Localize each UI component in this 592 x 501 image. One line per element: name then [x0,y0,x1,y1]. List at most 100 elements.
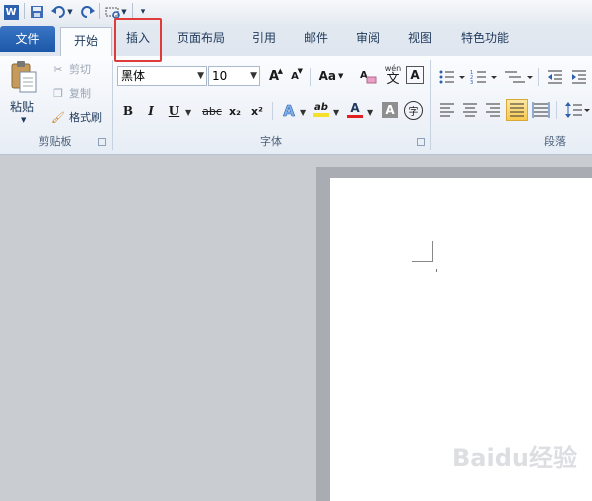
decrease-indent-button[interactable] [546,68,564,86]
text-highlight-button[interactable]: ab [311,99,331,119]
font-name-select[interactable]: 黑体 ▼ [117,66,207,86]
clipboard-group-label: 剪贴板 [38,135,72,148]
word-logo: W [3,4,19,20]
justify-button[interactable] [506,99,528,121]
change-case-label: Aa [318,69,336,83]
align-center-button[interactable] [461,101,479,119]
tab-references[interactable]: 引用 [244,24,284,55]
underline-icon: U [168,104,180,118]
subscript-button[interactable]: x₂ [225,101,245,121]
qat-separator [99,3,100,19]
paste-icon [11,61,37,93]
font-size-value: 10 [212,69,228,83]
redo-icon [81,6,95,18]
bold-icon: B [122,104,134,118]
bullets-button[interactable] [438,68,466,86]
subscript-icon: x₂ [229,104,241,118]
redo-button[interactable] [80,3,96,21]
paste-button[interactable]: 粘贴 ▼ [6,60,42,124]
font-color-bar [347,114,363,118]
text-effects-icon: A [283,102,295,121]
decrease-indent-icon [548,70,562,84]
ribbon: 粘贴 ▼ ✂ 剪切 ❐ 复制 🖌 格式刷 剪贴板 黑体 ▼ 10 ▼ A ▲ A ▼… [0,56,592,155]
highlight-color-bar [313,112,329,117]
font-launcher-icon[interactable] [417,138,425,146]
font-color-icon: A [350,100,360,115]
character-border-button[interactable]: A [406,66,424,84]
character-shading-button[interactable]: A [382,102,398,118]
multilevel-list-icon [505,71,533,83]
grow-font-button[interactable]: A ▲ [264,66,284,86]
font-color-button[interactable]: A [345,99,365,119]
underline-button[interactable]: U [164,101,184,121]
align-right-button[interactable] [484,101,502,119]
print-preview-icon [105,7,121,19]
cut-button[interactable]: ✂ 剪切 [50,61,91,77]
tab-review[interactable]: 审阅 [348,24,388,55]
save-icon [31,6,43,18]
print-dropdown-icon[interactable]: ▼ [121,8,126,16]
italic-button[interactable]: I [141,101,161,121]
tab-mailings[interactable]: 邮件 [296,24,336,55]
text-effects-button[interactable]: A [279,101,299,121]
text-effects-dropdown-icon[interactable]: ▼ [300,108,306,117]
font-size-select[interactable]: 10 ▼ [208,66,260,86]
change-case-dropdown-icon: ▼ [338,72,344,80]
undo-button[interactable]: ▼ [50,3,74,21]
multilevel-list-button[interactable] [503,68,533,86]
justify-icon [510,103,524,117]
format-painter-button[interactable]: 🖌 格式刷 [50,109,102,125]
tab-home[interactable]: 开始 [60,27,112,57]
separator [556,101,557,119]
paragraph-group-label: 段落 [544,135,566,148]
separator [272,102,273,120]
copy-button[interactable]: ❐ 复制 [50,85,91,101]
font-color-dropdown-icon[interactable]: ▼ [367,108,373,117]
insert-tab-highlight-box [114,18,162,62]
phonetic-guide-button[interactable]: wén 文 [382,64,404,88]
bold-button[interactable]: B [118,101,138,121]
line-spacing-button[interactable] [564,101,590,119]
strikethrough-icon: abc [202,104,222,118]
tab-file[interactable]: 文件 [0,26,55,52]
superscript-icon: x² [251,104,263,118]
word-app-icon[interactable]: W [3,3,19,21]
enclose-characters-button[interactable]: 字 [404,101,423,120]
clipboard-launcher-icon[interactable] [98,138,106,146]
align-left-button[interactable] [438,101,456,119]
underline-dropdown-icon[interactable]: ▼ [185,108,191,117]
superscript-button[interactable]: x² [247,101,267,121]
align-center-icon [463,103,477,117]
tab-view[interactable]: 视图 [400,24,440,55]
highlight-icon: ab [314,101,328,113]
paste-dropdown-icon[interactable]: ▼ [21,116,26,124]
customize-qat-icon: ▾ [140,7,146,17]
font-name-value: 黑体 [121,69,146,83]
margin-corner-mark [412,241,433,262]
distributed-button[interactable] [532,101,550,119]
svg-text:3: 3 [470,80,473,86]
ribbon-tabs: 文件 开始 插入 页面布局 引用 邮件 审阅 视图 特色功能 [0,24,592,57]
format-painter-label: 格式刷 [69,111,102,124]
undo-dropdown-icon[interactable]: ▼ [67,8,72,16]
clear-formatting-button[interactable]: A [358,66,378,86]
tab-special-features[interactable]: 特色功能 [452,24,518,55]
distributed-icon [532,102,550,118]
numbering-button[interactable]: 123 [470,68,498,86]
increase-indent-button[interactable] [570,68,588,86]
bullets-icon [439,70,465,84]
save-button[interactable] [29,3,45,21]
character-shading-icon: A [385,103,395,117]
separator [538,68,539,86]
scissors-icon: ✂ [53,62,63,76]
line-spacing-icon [565,102,590,118]
strikethrough-button[interactable]: abc [200,101,224,121]
tab-page-layout[interactable]: 页面布局 [170,24,232,55]
font-group-label: 字体 [260,135,282,148]
clear-formatting-icon: A [360,70,377,84]
align-right-icon [486,103,500,117]
phonetic-char: 文 [386,72,400,87]
change-case-button[interactable]: Aa ▼ [317,66,345,86]
highlight-dropdown-icon[interactable]: ▼ [333,108,339,117]
shrink-font-button[interactable]: A ▼ [285,66,305,86]
